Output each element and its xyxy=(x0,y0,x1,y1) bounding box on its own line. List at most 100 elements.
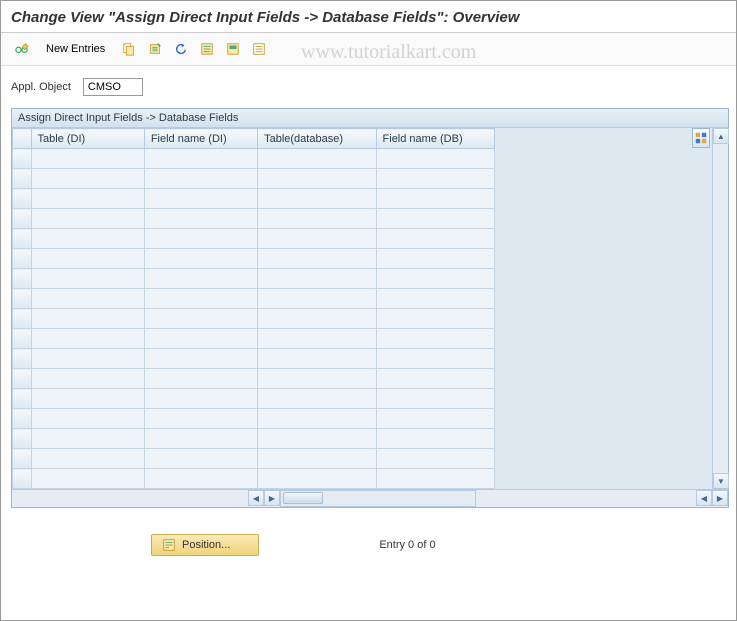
cell[interactable] xyxy=(376,189,494,209)
cell[interactable] xyxy=(144,449,257,469)
scroll-left-button[interactable]: ◀ xyxy=(248,490,264,506)
cell[interactable] xyxy=(144,249,257,269)
cell[interactable] xyxy=(258,389,376,409)
row-selector[interactable] xyxy=(13,249,32,269)
select-all-button[interactable] xyxy=(196,39,218,59)
row-selector-header[interactable] xyxy=(13,129,32,149)
cell[interactable] xyxy=(376,469,494,489)
cell[interactable] xyxy=(258,449,376,469)
copy-button[interactable] xyxy=(118,39,140,59)
cell[interactable] xyxy=(144,349,257,369)
cell[interactable] xyxy=(376,289,494,309)
cell[interactable] xyxy=(31,209,144,229)
row-selector[interactable] xyxy=(13,189,32,209)
cell[interactable] xyxy=(376,409,494,429)
col-header-field-di[interactable]: Field name (DI) xyxy=(144,129,257,149)
cell[interactable] xyxy=(376,269,494,289)
cell[interactable] xyxy=(144,429,257,449)
cell[interactable] xyxy=(31,349,144,369)
cell[interactable] xyxy=(31,169,144,189)
col-header-table-db[interactable]: Table(database) xyxy=(258,129,376,149)
cell[interactable] xyxy=(144,289,257,309)
cell[interactable] xyxy=(144,269,257,289)
cell[interactable] xyxy=(144,329,257,349)
cell[interactable] xyxy=(376,449,494,469)
select-block-button[interactable] xyxy=(222,39,244,59)
hscroll-thumb[interactable] xyxy=(283,492,323,504)
cell[interactable] xyxy=(144,229,257,249)
cell[interactable] xyxy=(144,169,257,189)
cell[interactable] xyxy=(31,369,144,389)
table-settings-button[interactable] xyxy=(692,128,710,148)
cell[interactable] xyxy=(144,389,257,409)
row-selector[interactable] xyxy=(13,329,32,349)
cell[interactable] xyxy=(31,409,144,429)
cell[interactable] xyxy=(31,289,144,309)
cell[interactable] xyxy=(376,329,494,349)
cell[interactable] xyxy=(258,349,376,369)
deselect-button[interactable] xyxy=(248,39,270,59)
cell[interactable] xyxy=(376,349,494,369)
col-header-table-di[interactable]: Table (DI) xyxy=(31,129,144,149)
cell[interactable] xyxy=(144,309,257,329)
scroll-track[interactable] xyxy=(713,144,728,473)
undo-button[interactable] xyxy=(170,39,192,59)
delete-button[interactable] xyxy=(144,39,166,59)
cell[interactable] xyxy=(376,369,494,389)
cell[interactable] xyxy=(31,429,144,449)
cell[interactable] xyxy=(258,249,376,269)
row-selector[interactable] xyxy=(13,169,32,189)
position-button[interactable]: Position... xyxy=(151,534,259,556)
col-header-field-db[interactable]: Field name (DB) xyxy=(376,129,494,149)
scroll-right-button-2[interactable]: ▶ xyxy=(712,490,728,506)
vertical-scrollbar[interactable]: ▲ ▼ xyxy=(712,128,728,489)
cell[interactable] xyxy=(31,449,144,469)
cell[interactable] xyxy=(258,329,376,349)
cell[interactable] xyxy=(144,189,257,209)
display-change-button[interactable] xyxy=(11,39,33,59)
row-selector[interactable] xyxy=(13,389,32,409)
cell[interactable] xyxy=(376,309,494,329)
cell[interactable] xyxy=(258,289,376,309)
cell[interactable] xyxy=(144,149,257,169)
cell[interactable] xyxy=(31,469,144,489)
row-selector[interactable] xyxy=(13,289,32,309)
cell[interactable] xyxy=(258,149,376,169)
scroll-right-button[interactable]: ▶ xyxy=(264,490,280,506)
scroll-left-button-2[interactable]: ◀ xyxy=(696,490,712,506)
row-selector[interactable] xyxy=(13,349,32,369)
row-selector[interactable] xyxy=(13,409,32,429)
cell[interactable] xyxy=(144,209,257,229)
cell[interactable] xyxy=(258,209,376,229)
row-selector[interactable] xyxy=(13,369,32,389)
row-selector[interactable] xyxy=(13,229,32,249)
cell[interactable] xyxy=(376,429,494,449)
cell[interactable] xyxy=(376,149,494,169)
cell[interactable] xyxy=(144,469,257,489)
cell[interactable] xyxy=(31,249,144,269)
scroll-down-button[interactable]: ▼ xyxy=(713,473,729,489)
cell[interactable] xyxy=(258,409,376,429)
cell[interactable] xyxy=(376,249,494,269)
cell[interactable] xyxy=(31,229,144,249)
cell[interactable] xyxy=(258,469,376,489)
cell[interactable] xyxy=(31,269,144,289)
cell[interactable] xyxy=(376,209,494,229)
row-selector[interactable] xyxy=(13,309,32,329)
row-selector[interactable] xyxy=(13,449,32,469)
cell[interactable] xyxy=(258,229,376,249)
cell[interactable] xyxy=(258,429,376,449)
cell[interactable] xyxy=(376,169,494,189)
scroll-up-button[interactable]: ▲ xyxy=(713,128,729,144)
cell[interactable] xyxy=(258,189,376,209)
cell[interactable] xyxy=(144,369,257,389)
appl-object-input[interactable] xyxy=(83,78,143,96)
cell[interactable] xyxy=(376,229,494,249)
row-selector[interactable] xyxy=(13,149,32,169)
cell[interactable] xyxy=(31,309,144,329)
cell[interactable] xyxy=(258,169,376,189)
row-selector[interactable] xyxy=(13,429,32,449)
cell[interactable] xyxy=(258,309,376,329)
cell[interactable] xyxy=(258,269,376,289)
row-selector[interactable] xyxy=(13,209,32,229)
